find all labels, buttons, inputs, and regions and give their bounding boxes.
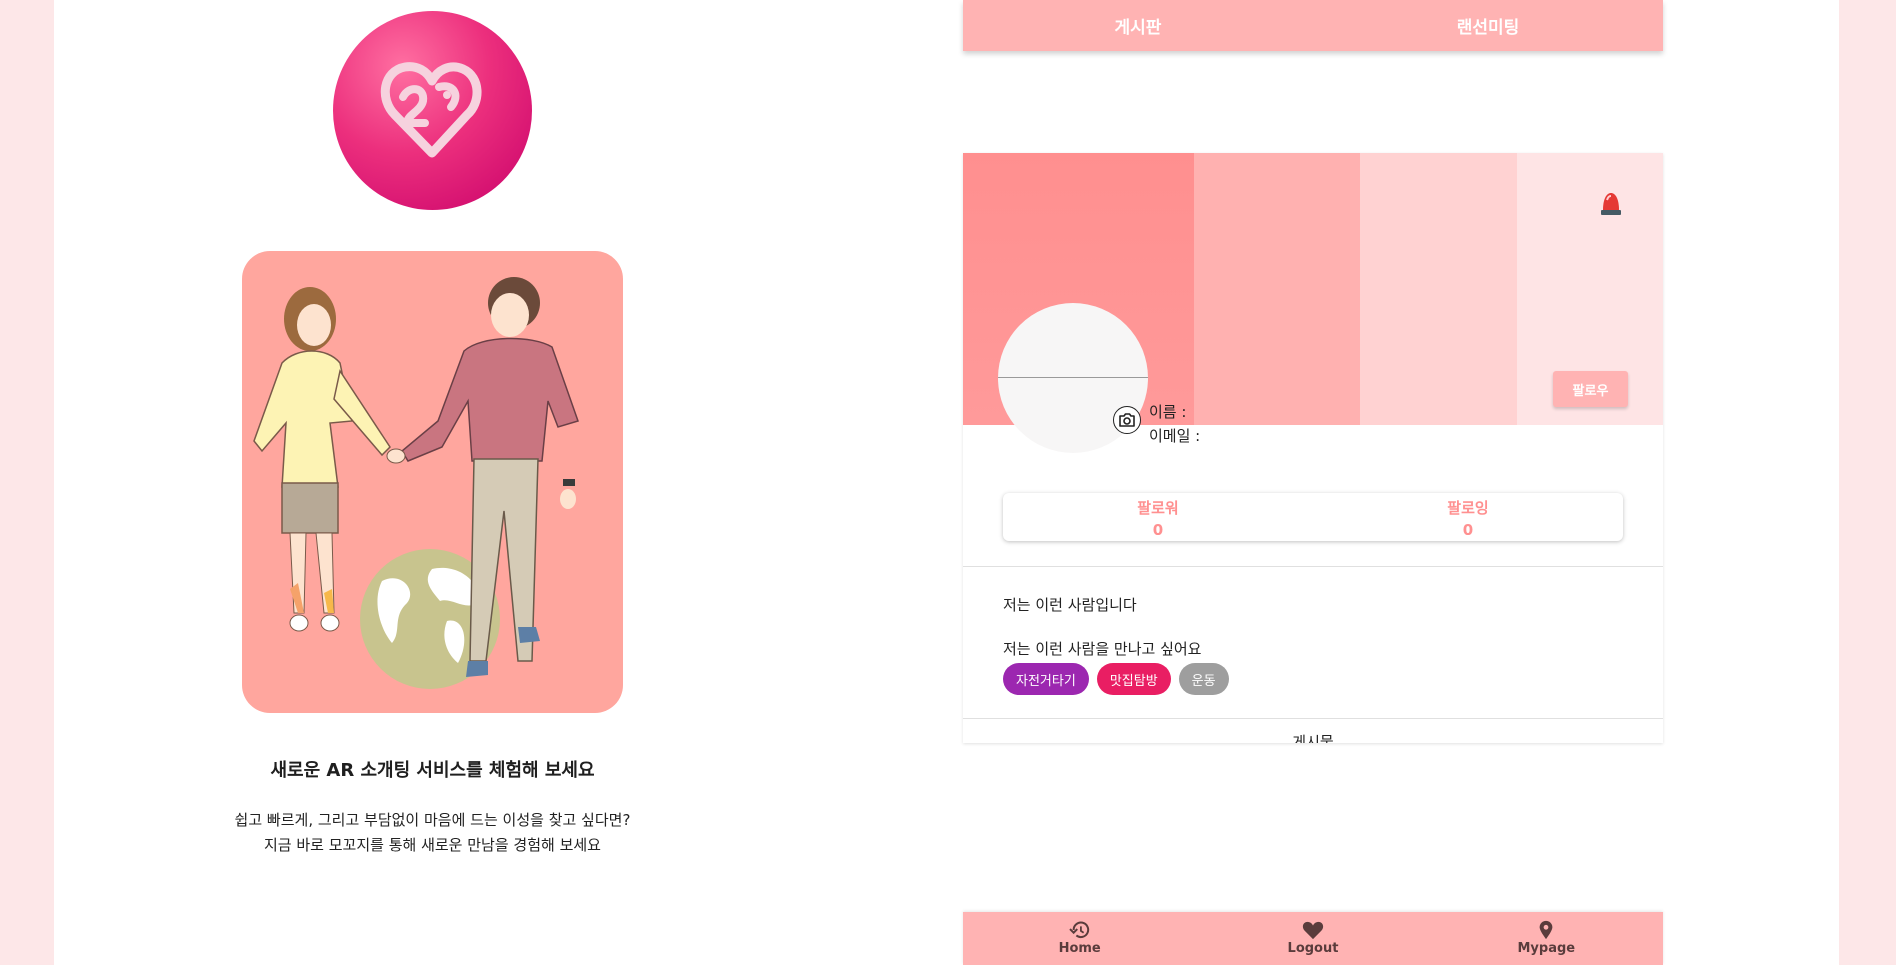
nav-home-label: Home [1058, 941, 1101, 956]
intro-description: 쉽고 빠르게, 그리고 부담없이 마음에 드는 이성을 찾고 싶다면? 지금 바… [100, 808, 765, 858]
divider [963, 566, 1663, 567]
intro-line-2: 지금 바로 모꼬지를 통해 새로운 만남을 경험해 보세요 [264, 836, 601, 854]
follow-button[interactable]: 팔로우 [1553, 371, 1628, 407]
divider [963, 718, 1663, 719]
nav-logout-label: Logout [1287, 941, 1339, 956]
posts-heading: 게시물 [1292, 733, 1334, 743]
followers-count: 0 [1152, 521, 1164, 539]
history-icon [1068, 921, 1089, 939]
top-nav: 게시판 랜선미팅 [963, 0, 1663, 51]
app-logo [333, 11, 532, 210]
report-siren-icon[interactable] [1599, 190, 1623, 222]
nav-mypage[interactable]: Mypage [1430, 912, 1663, 965]
following-count: 0 [1462, 521, 1474, 539]
nav-home[interactable]: Home [963, 912, 1196, 965]
following-label: 팔로잉 [1447, 499, 1489, 517]
name-label: 이름 : [1149, 403, 1187, 421]
couple-illustration [242, 251, 623, 713]
heart-logo-icon [380, 62, 482, 158]
following-stat[interactable]: 팔로잉 0 [1313, 493, 1623, 541]
profile-info: 이름 : 이메일 : [1149, 400, 1200, 448]
tag-chip[interactable]: 맛집탐방 [1096, 663, 1171, 695]
tag-chip[interactable]: 자전거타기 [1003, 663, 1089, 695]
tab-online-meeting[interactable]: 랜선미팅 [1313, 0, 1663, 51]
tag-list: 자전거타기 맛집탐방 운동 [1003, 663, 1229, 695]
tag-chip[interactable]: 운동 [1178, 663, 1229, 695]
profile-card: 팔로우 이름 : 이메일 : 팔로워 0 팔로잉 0 저는 이런 사람입니다 저… [963, 153, 1663, 743]
follow-stats: 팔로워 0 팔로잉 0 [1003, 493, 1623, 541]
heart-icon [1302, 921, 1324, 940]
location-pin-icon [1539, 920, 1553, 940]
nav-mypage-label: Mypage [1517, 941, 1576, 956]
followers-stat[interactable]: 팔로워 0 [1003, 493, 1313, 541]
bottom-nav: Home Logout Mypage [963, 912, 1663, 965]
nav-logout[interactable]: Logout [1196, 912, 1429, 965]
email-label: 이메일 : [1149, 427, 1201, 445]
self-intro-heading: 저는 이런 사람입니다 [1003, 596, 1137, 614]
intro-title: 새로운 AR 소개팅 서비스를 체험해 보세요 [270, 760, 595, 781]
preference-heading: 저는 이런 사람을 만나고 싶어요 [1003, 640, 1202, 658]
intro-line-1: 쉽고 빠르게, 그리고 부담없이 마음에 드는 이성을 찾고 싶다면? [234, 811, 631, 829]
tab-board[interactable]: 게시판 [963, 0, 1313, 51]
banner-stripe [1360, 153, 1517, 425]
followers-label: 팔로워 [1137, 499, 1179, 517]
avatar-divider [998, 377, 1148, 378]
banner-stripe [1194, 153, 1360, 425]
camera-icon[interactable] [1113, 406, 1141, 434]
